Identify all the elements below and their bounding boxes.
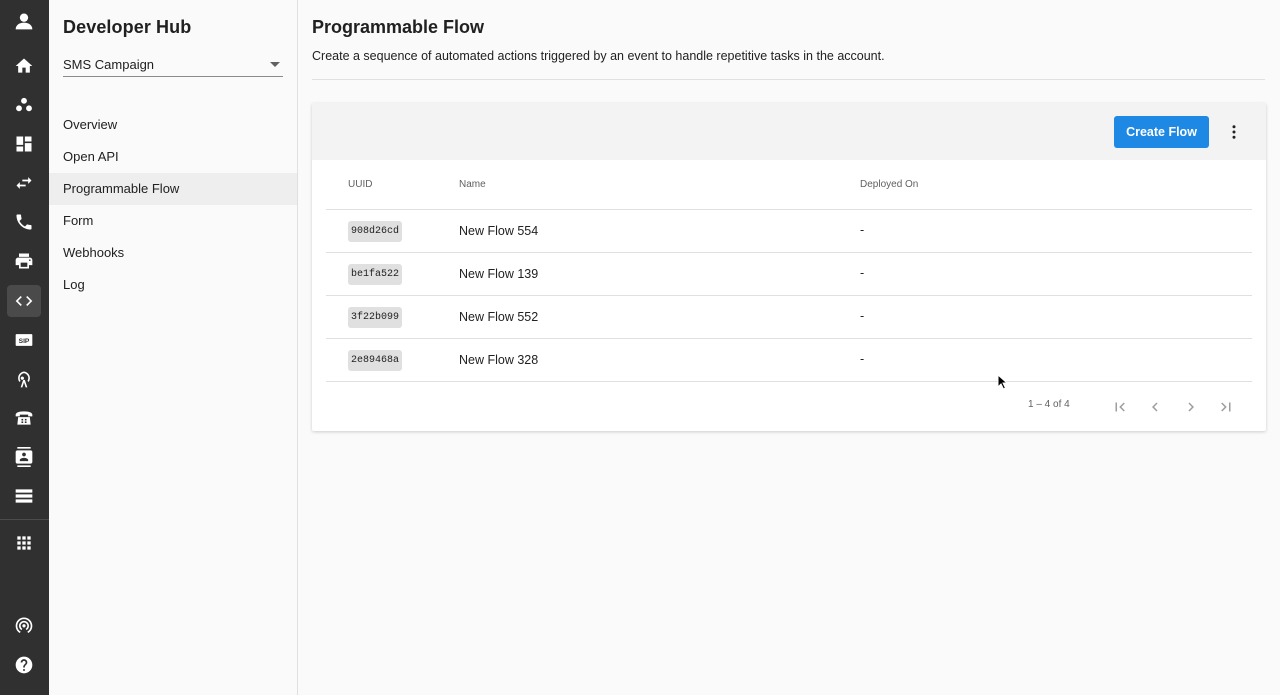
page-description: Create a sequence of automated actions t… bbox=[312, 49, 885, 63]
dashboard-icon[interactable] bbox=[7, 128, 41, 160]
icon-rail: SIP bbox=[0, 0, 49, 695]
project-selector[interactable]: SMS Campaign bbox=[63, 51, 283, 77]
pagination: 1 – 4 of 4 bbox=[312, 386, 1266, 426]
contacts-icon[interactable] bbox=[7, 441, 41, 473]
deployed-on: - bbox=[860, 352, 865, 366]
phone-icon[interactable] bbox=[7, 206, 41, 238]
desk-phone-icon[interactable] bbox=[7, 402, 41, 434]
first-page-icon[interactable] bbox=[1109, 396, 1131, 418]
secondary-sidebar: Developer Hub SMS Campaign Overview Open… bbox=[49, 0, 298, 695]
deployed-on: - bbox=[860, 266, 865, 280]
next-page-icon[interactable] bbox=[1180, 396, 1202, 418]
header-divider bbox=[312, 79, 1265, 80]
uuid-chip: 908d26cd bbox=[348, 221, 403, 242]
swap-icon[interactable] bbox=[7, 167, 41, 199]
svg-text:SIP: SIP bbox=[19, 338, 30, 345]
list-icon[interactable] bbox=[7, 480, 41, 512]
chevron-down-icon bbox=[270, 62, 280, 67]
table-row[interactable]: 908d26cd New Flow 554 - bbox=[326, 210, 1252, 253]
sidebar-item-open-api[interactable]: Open API bbox=[49, 141, 297, 173]
column-header-uuid[interactable]: UUID bbox=[348, 179, 372, 190]
sidebar-item-log[interactable]: Log bbox=[49, 269, 297, 301]
table-row[interactable]: 3f22b099 New Flow 552 - bbox=[326, 296, 1252, 339]
flows-card: Create Flow UUID Name Deployed On 908d26… bbox=[312, 103, 1266, 431]
flow-name: New Flow 552 bbox=[459, 310, 539, 324]
printer-icon[interactable] bbox=[7, 245, 41, 277]
flow-name: New Flow 139 bbox=[459, 267, 539, 281]
deployed-on: - bbox=[860, 223, 865, 237]
uuid-chip: be1fa522 bbox=[348, 264, 403, 285]
project-selector-value: SMS Campaign bbox=[63, 57, 155, 72]
help-icon[interactable] bbox=[7, 649, 41, 681]
antenna-icon[interactable] bbox=[7, 363, 41, 395]
rail-divider bbox=[0, 519, 49, 520]
sidebar-item-programmable-flow[interactable]: Programmable Flow bbox=[49, 173, 297, 205]
mouse-cursor-icon bbox=[997, 374, 1009, 390]
deployed-on: - bbox=[860, 309, 865, 323]
home-icon[interactable] bbox=[7, 50, 41, 82]
page-title: Programmable Flow bbox=[312, 17, 485, 37]
code-icon[interactable] bbox=[7, 285, 41, 317]
table-row[interactable]: 2e89468a New Flow 328 - bbox=[326, 339, 1252, 382]
table-row[interactable]: be1fa522 New Flow 139 - bbox=[326, 253, 1252, 296]
flows-table: UUID Name Deployed On 908d26cd New Flow … bbox=[326, 160, 1252, 382]
sidebar-nav: Overview Open API Programmable Flow Form… bbox=[49, 109, 297, 301]
group-icon[interactable] bbox=[7, 89, 41, 121]
flow-name: New Flow 328 bbox=[459, 353, 539, 367]
uuid-chip: 2e89468a bbox=[348, 350, 403, 371]
sidebar-item-form[interactable]: Form bbox=[49, 205, 297, 237]
uuid-chip: 3f22b099 bbox=[348, 307, 403, 328]
sidebar-item-overview[interactable]: Overview bbox=[49, 109, 297, 141]
table-header: UUID Name Deployed On bbox=[326, 160, 1252, 210]
broadcast-icon[interactable] bbox=[7, 609, 41, 641]
column-header-name[interactable]: Name bbox=[459, 179, 486, 190]
create-flow-button[interactable]: Create Flow bbox=[1114, 116, 1209, 148]
column-header-deployed-on[interactable]: Deployed On bbox=[860, 179, 918, 190]
more-vert-icon[interactable] bbox=[1222, 116, 1246, 148]
main-content: Programmable Flow Create a sequence of a… bbox=[298, 0, 1280, 695]
sidebar-item-webhooks[interactable]: Webhooks bbox=[49, 237, 297, 269]
account-icon[interactable] bbox=[7, 5, 41, 37]
flow-name: New Flow 554 bbox=[459, 224, 539, 238]
apps-icon[interactable] bbox=[7, 527, 41, 559]
pagination-range: 1 – 4 of 4 bbox=[1028, 399, 1070, 410]
last-page-icon[interactable] bbox=[1215, 396, 1237, 418]
sip-icon[interactable]: SIP bbox=[7, 324, 41, 356]
card-toolbar: Create Flow bbox=[312, 103, 1266, 160]
previous-page-icon[interactable] bbox=[1144, 396, 1166, 418]
sidebar-title: Developer Hub bbox=[63, 17, 192, 37]
